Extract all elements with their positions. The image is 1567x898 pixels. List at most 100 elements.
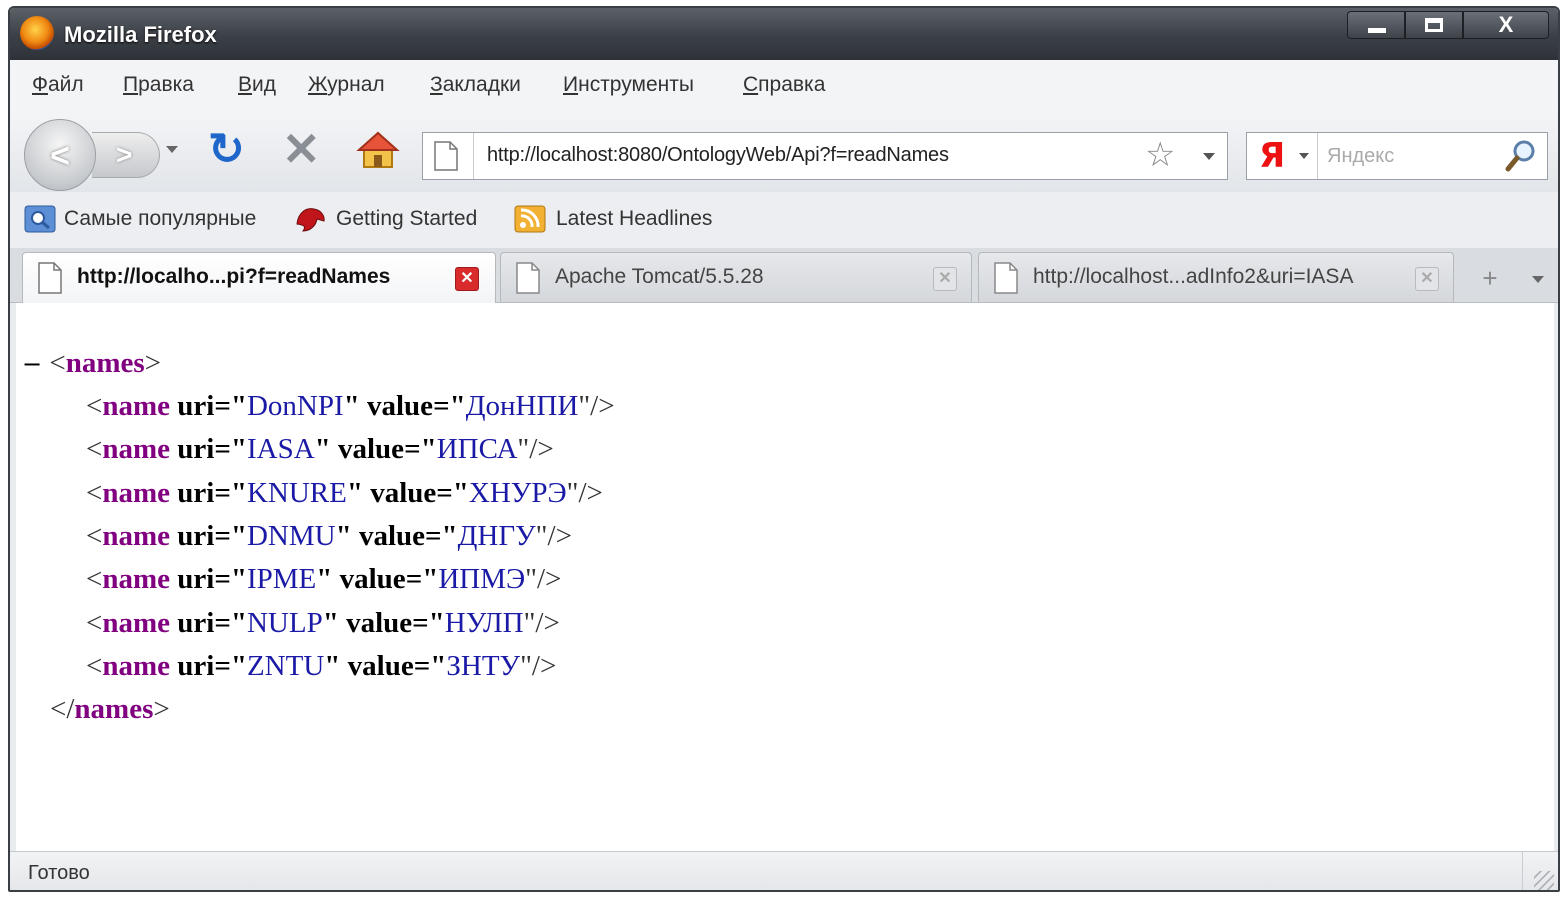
url-dropdown-icon[interactable] — [1203, 153, 1215, 160]
xml-attr-uri: uri — [177, 649, 215, 682]
stop-icon[interactable]: ✕ — [282, 126, 321, 172]
xml-tag-name: name — [102, 649, 171, 682]
search-input[interactable] — [1327, 143, 1497, 169]
tab-close-icon[interactable]: ✕ — [1415, 267, 1439, 291]
xml-root-open: − <names> — [22, 347, 162, 379]
bookmark-most-visited[interactable]: Самые популярные — [24, 204, 256, 234]
forward-button[interactable]: > — [92, 132, 160, 178]
page-content: − <names> <name uri="DonNPI" value="ДонН… — [16, 303, 1554, 851]
magnifier-icon[interactable] — [1505, 139, 1537, 173]
title-bar: Mozilla Firefox X — [10, 8, 1558, 60]
getting-started-icon — [296, 208, 325, 232]
xml-name-element: <name uri="DonNPI" value="ДонНПИ"/> — [86, 390, 615, 422]
xml-value-value: ДонНПИ — [465, 390, 579, 422]
tab-close-icon[interactable]: ✕ — [455, 267, 479, 291]
xml-attr-value: value — [367, 390, 434, 422]
bookmark-label: Самые популярные — [64, 207, 257, 230]
tab-strip: http://localho...pi?f=readNames ✕ Apache… — [10, 248, 1558, 304]
menu-edit[interactable]: Правка — [123, 73, 194, 97]
bookmark-label: Latest Headlines — [556, 207, 713, 230]
forward-arrow-icon: > — [116, 139, 133, 170]
page-icon — [434, 141, 458, 171]
tab-title: http://localho...pi?f=readNames — [77, 265, 391, 288]
xml-name-element: <name uri="ZNTU" value="ЗНТУ"/> — [86, 649, 557, 682]
xml-name-element: <name uri="KNURE" value="ХНУРЭ"/> — [86, 476, 603, 509]
minimize-button[interactable] — [1347, 11, 1405, 39]
rss-feed-icon — [514, 205, 546, 233]
xml-tag-name: names — [65, 347, 145, 379]
page-icon — [38, 262, 62, 294]
bookmark-getting-started[interactable]: Getting Started — [294, 204, 477, 234]
xml-uri-value: DonNPI — [246, 390, 344, 422]
new-tab-icon[interactable]: + — [1466, 258, 1514, 298]
xml-attr-value: value — [370, 476, 437, 509]
tab-apache-tomcat[interactable]: Apache Tomcat/5.5.28 ✕ — [500, 252, 972, 302]
tab-close-icon[interactable]: ✕ — [933, 267, 957, 291]
menu-tools[interactable]: Инструменты — [563, 73, 694, 97]
menu-bookmarks[interactable]: Закладки — [430, 73, 521, 97]
back-button[interactable]: < — [24, 119, 96, 191]
menu-view[interactable]: Вид — [238, 73, 276, 97]
address-bar[interactable]: http://localhost:8080/OntologyWeb/Api?f=… — [422, 132, 1228, 180]
xml-name-element: <name uri="DNMU" value="ДНГУ"/> — [86, 519, 572, 552]
bookmarks-toolbar: Самые популярные Getting Started Latest … — [10, 192, 1558, 249]
xml-value-value: ДНГУ — [457, 519, 536, 552]
menu-file[interactable]: Файл — [32, 73, 84, 97]
xml-tag-name: name — [102, 606, 171, 639]
history-dropdown-icon[interactable] — [166, 146, 178, 153]
status-bar: Готово — [10, 851, 1558, 890]
xml-name-element: <name uri="NULP" value="НУЛП"/> — [86, 606, 560, 639]
resize-grip-icon[interactable] — [1534, 871, 1554, 890]
status-separator — [1522, 852, 1523, 890]
maximize-icon — [1425, 18, 1443, 32]
search-separator — [1317, 133, 1318, 179]
close-window-button[interactable]: X — [1463, 11, 1549, 39]
xml-value-value: ЗНТУ — [446, 649, 521, 682]
xml-name-element: <name uri="IPME" value="ИПМЭ"/> — [86, 563, 562, 596]
collapse-toggle[interactable]: − — [22, 350, 42, 378]
browser-window: Mozilla Firefox X Файл Правка Вид Журнал… — [8, 6, 1560, 892]
menu-history[interactable]: Журнал — [308, 73, 385, 97]
xml-value-value: НУЛП — [444, 606, 524, 639]
yandex-icon[interactable]: Я — [1259, 137, 1285, 175]
url-separator — [473, 133, 474, 179]
xml-value-value: ХНУРЭ — [468, 476, 567, 509]
close-icon: X — [1498, 12, 1514, 37]
xml-tag-name: name — [102, 563, 171, 596]
back-arrow-icon: < — [50, 137, 70, 175]
navigation-toolbar: > < ↻ ✕ http://localhost:8080/OntologyWe… — [10, 110, 1558, 192]
menu-bar: Файл Правка Вид Журнал Закладки Инструме… — [10, 60, 1558, 111]
search-engine-dropdown-icon[interactable] — [1299, 153, 1309, 159]
xml-value-value: ИПСА — [436, 433, 518, 466]
xml-attr-uri: uri — [177, 519, 215, 552]
xml-attr-value: value — [347, 649, 414, 682]
xml-attr-uri: uri — [177, 606, 215, 639]
xml-uri-value: NULP — [246, 606, 323, 639]
xml-uri-value: DNMU — [246, 519, 336, 552]
tab-list-dropdown-icon[interactable] — [1522, 258, 1554, 298]
xml-attr-uri: uri — [177, 433, 215, 466]
menu-help[interactable]: Справка — [743, 73, 825, 97]
bookmark-latest-headlines[interactable]: Latest Headlines — [514, 204, 712, 234]
minimize-icon — [1368, 28, 1386, 33]
tab-read-info[interactable]: http://localhost...adInfo2&uri=IASA ✕ — [978, 252, 1454, 302]
maximize-button[interactable] — [1405, 11, 1463, 39]
xml-uri-value: IPME — [246, 563, 317, 596]
xml-tag-name: name — [102, 476, 171, 509]
reload-icon[interactable]: ↻ — [208, 128, 245, 172]
xml-attr-value: value — [346, 606, 413, 639]
tab-title: http://localhost...adInfo2&uri=IASA — [1033, 265, 1354, 288]
page-icon — [994, 262, 1018, 294]
xml-name-element: <name uri="IASA" value="ИПСА"/> — [86, 433, 554, 466]
home-icon[interactable] — [356, 130, 400, 170]
search-bar[interactable]: Я — [1246, 132, 1548, 180]
xml-uri-value: ZNTU — [246, 649, 325, 682]
tab-title: Apache Tomcat/5.5.28 — [555, 265, 764, 288]
url-text[interactable]: http://localhost:8080/OntologyWeb/Api?f=… — [487, 144, 949, 167]
tab-read-names[interactable]: http://localho...pi?f=readNames ✕ — [22, 252, 496, 304]
star-icon[interactable]: ☆ — [1145, 137, 1175, 173]
bookmark-label: Getting Started — [336, 207, 478, 230]
xml-attr-value: value — [339, 563, 406, 596]
window-title: Mozilla Firefox — [64, 22, 217, 47]
xml-tag-name: name — [102, 433, 171, 466]
